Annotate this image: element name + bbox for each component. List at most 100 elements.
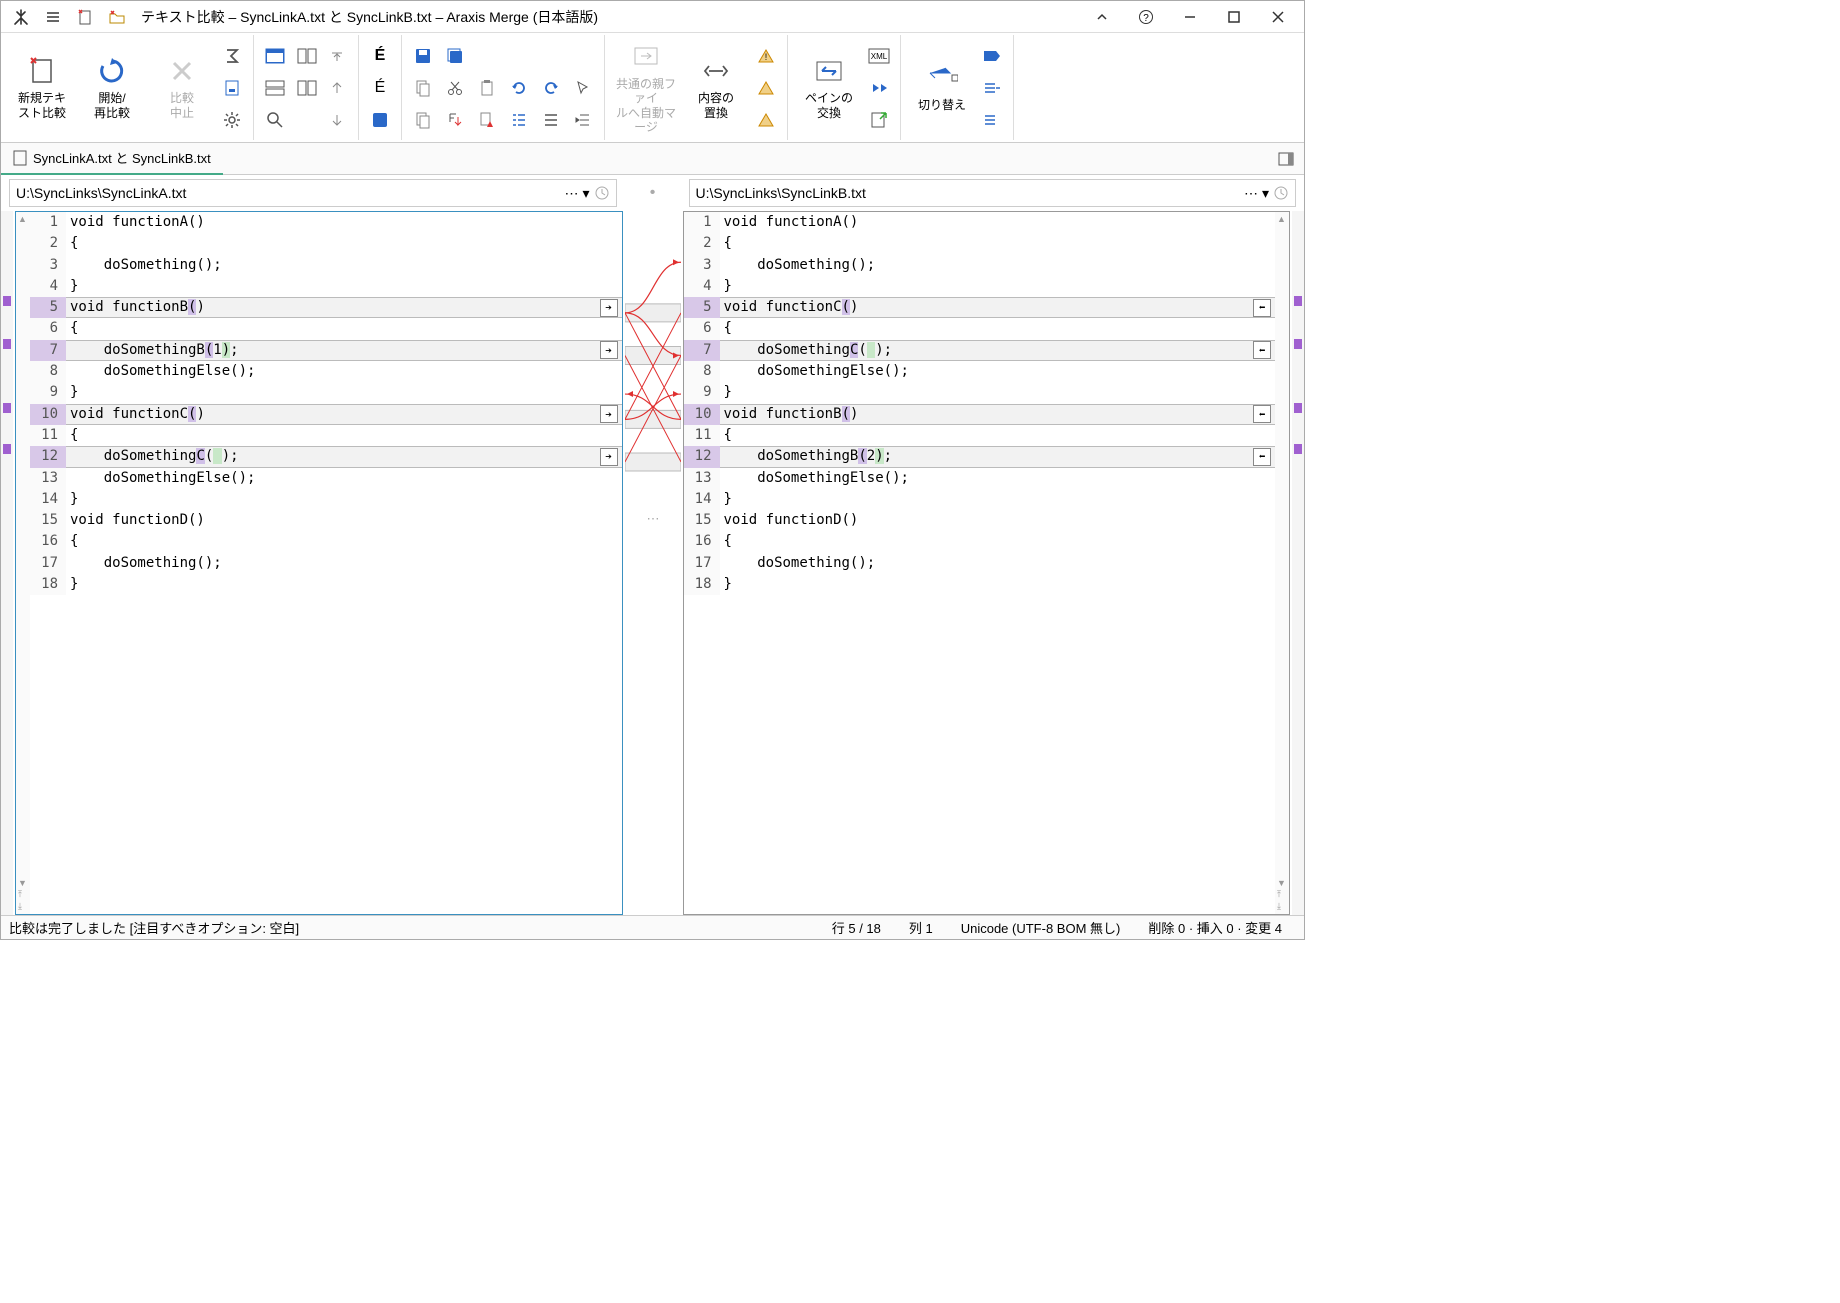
tab-panel-icon[interactable] bbox=[1268, 148, 1304, 170]
code-line[interactable]: 1void functionA() bbox=[684, 212, 1276, 233]
diff-marker[interactable] bbox=[1294, 444, 1302, 454]
merge-left-button[interactable]: ⬅ bbox=[1253, 405, 1271, 423]
code-line[interactable]: 3 doSomething(); bbox=[30, 255, 622, 276]
tab-compare[interactable]: SyncLinkA.txt と SyncLinkB.txt bbox=[1, 142, 223, 175]
undo-icon[interactable] bbox=[504, 73, 534, 103]
merge-left-button[interactable]: ⬅ bbox=[1253, 341, 1271, 359]
paste-icon[interactable] bbox=[472, 73, 502, 103]
diff-marker[interactable] bbox=[3, 444, 11, 454]
path-dropdown-icon[interactable]: ▾ bbox=[582, 185, 589, 202]
merge-right-button[interactable]: ➔ bbox=[600, 341, 618, 359]
sort-down-icon[interactable] bbox=[440, 105, 470, 135]
code-line[interactable]: 13 doSomethingElse(); bbox=[684, 468, 1276, 489]
pane-split-icon[interactable] bbox=[292, 41, 322, 71]
checklist-icon[interactable] bbox=[504, 105, 534, 135]
page-options-icon[interactable] bbox=[217, 73, 247, 103]
code-line[interactable]: 17 doSomething(); bbox=[684, 553, 1276, 574]
warn1-icon[interactable]: ! bbox=[751, 41, 781, 71]
left-stripe[interactable] bbox=[1, 211, 13, 915]
layout-v-icon[interactable] bbox=[292, 73, 322, 103]
code-line[interactable]: 8 doSomethingElse(); bbox=[30, 361, 622, 382]
copy-icon[interactable] bbox=[408, 73, 438, 103]
indent-icon[interactable] bbox=[568, 105, 598, 135]
code-line[interactable]: 12 doSomethingB(2);⬅ bbox=[684, 446, 1276, 467]
tag-right-icon[interactable] bbox=[977, 41, 1007, 71]
merge-left-button[interactable]: ⬅ bbox=[1253, 448, 1271, 466]
close-button[interactable] bbox=[1256, 2, 1300, 32]
save-all-icon[interactable] bbox=[440, 41, 470, 71]
minimize-button[interactable] bbox=[1168, 2, 1212, 32]
merge-right-button[interactable]: ➔ bbox=[600, 448, 618, 466]
new-text-compare-button[interactable]: 新規テキ スト比較 bbox=[7, 51, 77, 124]
warn3-icon[interactable] bbox=[751, 105, 781, 135]
gear-icon[interactable] bbox=[217, 105, 247, 135]
merge-right-button[interactable]: ➔ bbox=[600, 299, 618, 317]
code-line[interactable]: 2{ bbox=[30, 233, 622, 254]
left-code[interactable]: 1void functionA()2{3 doSomething();4}5vo… bbox=[30, 212, 622, 914]
diff-marker[interactable] bbox=[3, 339, 11, 349]
code-line[interactable]: 16{ bbox=[30, 531, 622, 552]
left-path-input[interactable]: U:\SyncLinks\SyncLinkA.txt ⋯ ▾ bbox=[9, 179, 617, 207]
lines-right2-icon[interactable] bbox=[977, 105, 1007, 135]
path-more-icon[interactable]: ⋯ bbox=[564, 185, 578, 202]
sigma-icon[interactable] bbox=[217, 41, 247, 71]
code-line[interactable]: 18} bbox=[684, 574, 1276, 595]
code-line[interactable]: 4} bbox=[30, 276, 622, 297]
code-line[interactable]: 6{ bbox=[30, 318, 622, 339]
start-recompare-button[interactable]: 開始/ 再比較 bbox=[77, 51, 147, 124]
warn-paste-icon[interactable] bbox=[472, 105, 502, 135]
code-line[interactable]: 16{ bbox=[684, 531, 1276, 552]
nav-prev-icon[interactable] bbox=[322, 73, 352, 103]
code-line[interactable]: 1void functionA() bbox=[30, 212, 622, 233]
pane-single-icon[interactable] bbox=[260, 41, 290, 71]
history-icon[interactable] bbox=[1273, 185, 1289, 201]
nav-top-icon[interactable] bbox=[322, 41, 352, 71]
new-doc-icon[interactable] bbox=[73, 5, 97, 29]
code-line[interactable]: 15void functionD() bbox=[684, 510, 1276, 531]
save-icon[interactable] bbox=[408, 41, 438, 71]
code-line[interactable]: 7 doSomethingC( );⬅ bbox=[684, 340, 1276, 361]
hamburger-icon[interactable] bbox=[41, 5, 65, 29]
warn2-icon[interactable] bbox=[751, 73, 781, 103]
code-line[interactable]: 4} bbox=[684, 276, 1276, 297]
history-icon[interactable] bbox=[594, 185, 610, 201]
code-line[interactable]: 5void functionC()⬅ bbox=[684, 297, 1276, 318]
maximize-button[interactable] bbox=[1212, 2, 1256, 32]
diff-marker[interactable] bbox=[1294, 296, 1302, 306]
pane-swap-button[interactable]: ペインの 交換 bbox=[794, 51, 864, 124]
lines-right-icon[interactable] bbox=[977, 73, 1007, 103]
code-line[interactable]: 9} bbox=[30, 382, 622, 403]
zoom-icon[interactable] bbox=[260, 105, 290, 135]
layout-h-icon[interactable] bbox=[260, 73, 290, 103]
help-icon[interactable]: ? bbox=[1124, 2, 1168, 32]
code-line[interactable]: 11{ bbox=[30, 425, 622, 446]
list-icon[interactable] bbox=[536, 105, 566, 135]
e-accent2-icon[interactable]: É bbox=[365, 73, 395, 103]
code-line[interactable]: 14} bbox=[684, 489, 1276, 510]
redo-icon[interactable] bbox=[536, 73, 566, 103]
copy2-icon[interactable] bbox=[408, 105, 438, 135]
code-line[interactable]: 10void functionC()➔ bbox=[30, 404, 622, 425]
xml-icon[interactable]: XML bbox=[864, 41, 894, 71]
right-path-input[interactable]: U:\SyncLinks\SyncLinkB.txt ⋯ ▾ bbox=[689, 179, 1297, 207]
cut-icon[interactable] bbox=[440, 73, 470, 103]
nav-next-icon[interactable] bbox=[322, 105, 352, 135]
merge-left-button[interactable]: ⬅ bbox=[1253, 299, 1271, 317]
code-line[interactable]: 11{ bbox=[684, 425, 1276, 446]
center-more-icon[interactable]: ⋯ bbox=[647, 511, 660, 527]
right-stripe[interactable] bbox=[1292, 211, 1304, 915]
merge-right-button[interactable]: ➔ bbox=[600, 405, 618, 423]
code-line[interactable]: 17 doSomething(); bbox=[30, 553, 622, 574]
code-line[interactable]: 5void functionB()➔ bbox=[30, 297, 622, 318]
code-line[interactable]: 8 doSomethingElse(); bbox=[684, 361, 1276, 382]
left-gutter[interactable]: ▲ ▼ ⤒ ⤓ bbox=[16, 212, 30, 914]
select-all-icon[interactable] bbox=[365, 105, 395, 135]
pointer-icon[interactable] bbox=[568, 73, 598, 103]
diff-marker[interactable] bbox=[1294, 339, 1302, 349]
diff-marker[interactable] bbox=[3, 296, 11, 306]
export-icon[interactable] bbox=[864, 105, 894, 135]
code-line[interactable]: 6{ bbox=[684, 318, 1276, 339]
path-dropdown-icon[interactable]: ▾ bbox=[1262, 185, 1269, 202]
code-line[interactable]: 14} bbox=[30, 489, 622, 510]
code-line[interactable]: 3 doSomething(); bbox=[684, 255, 1276, 276]
